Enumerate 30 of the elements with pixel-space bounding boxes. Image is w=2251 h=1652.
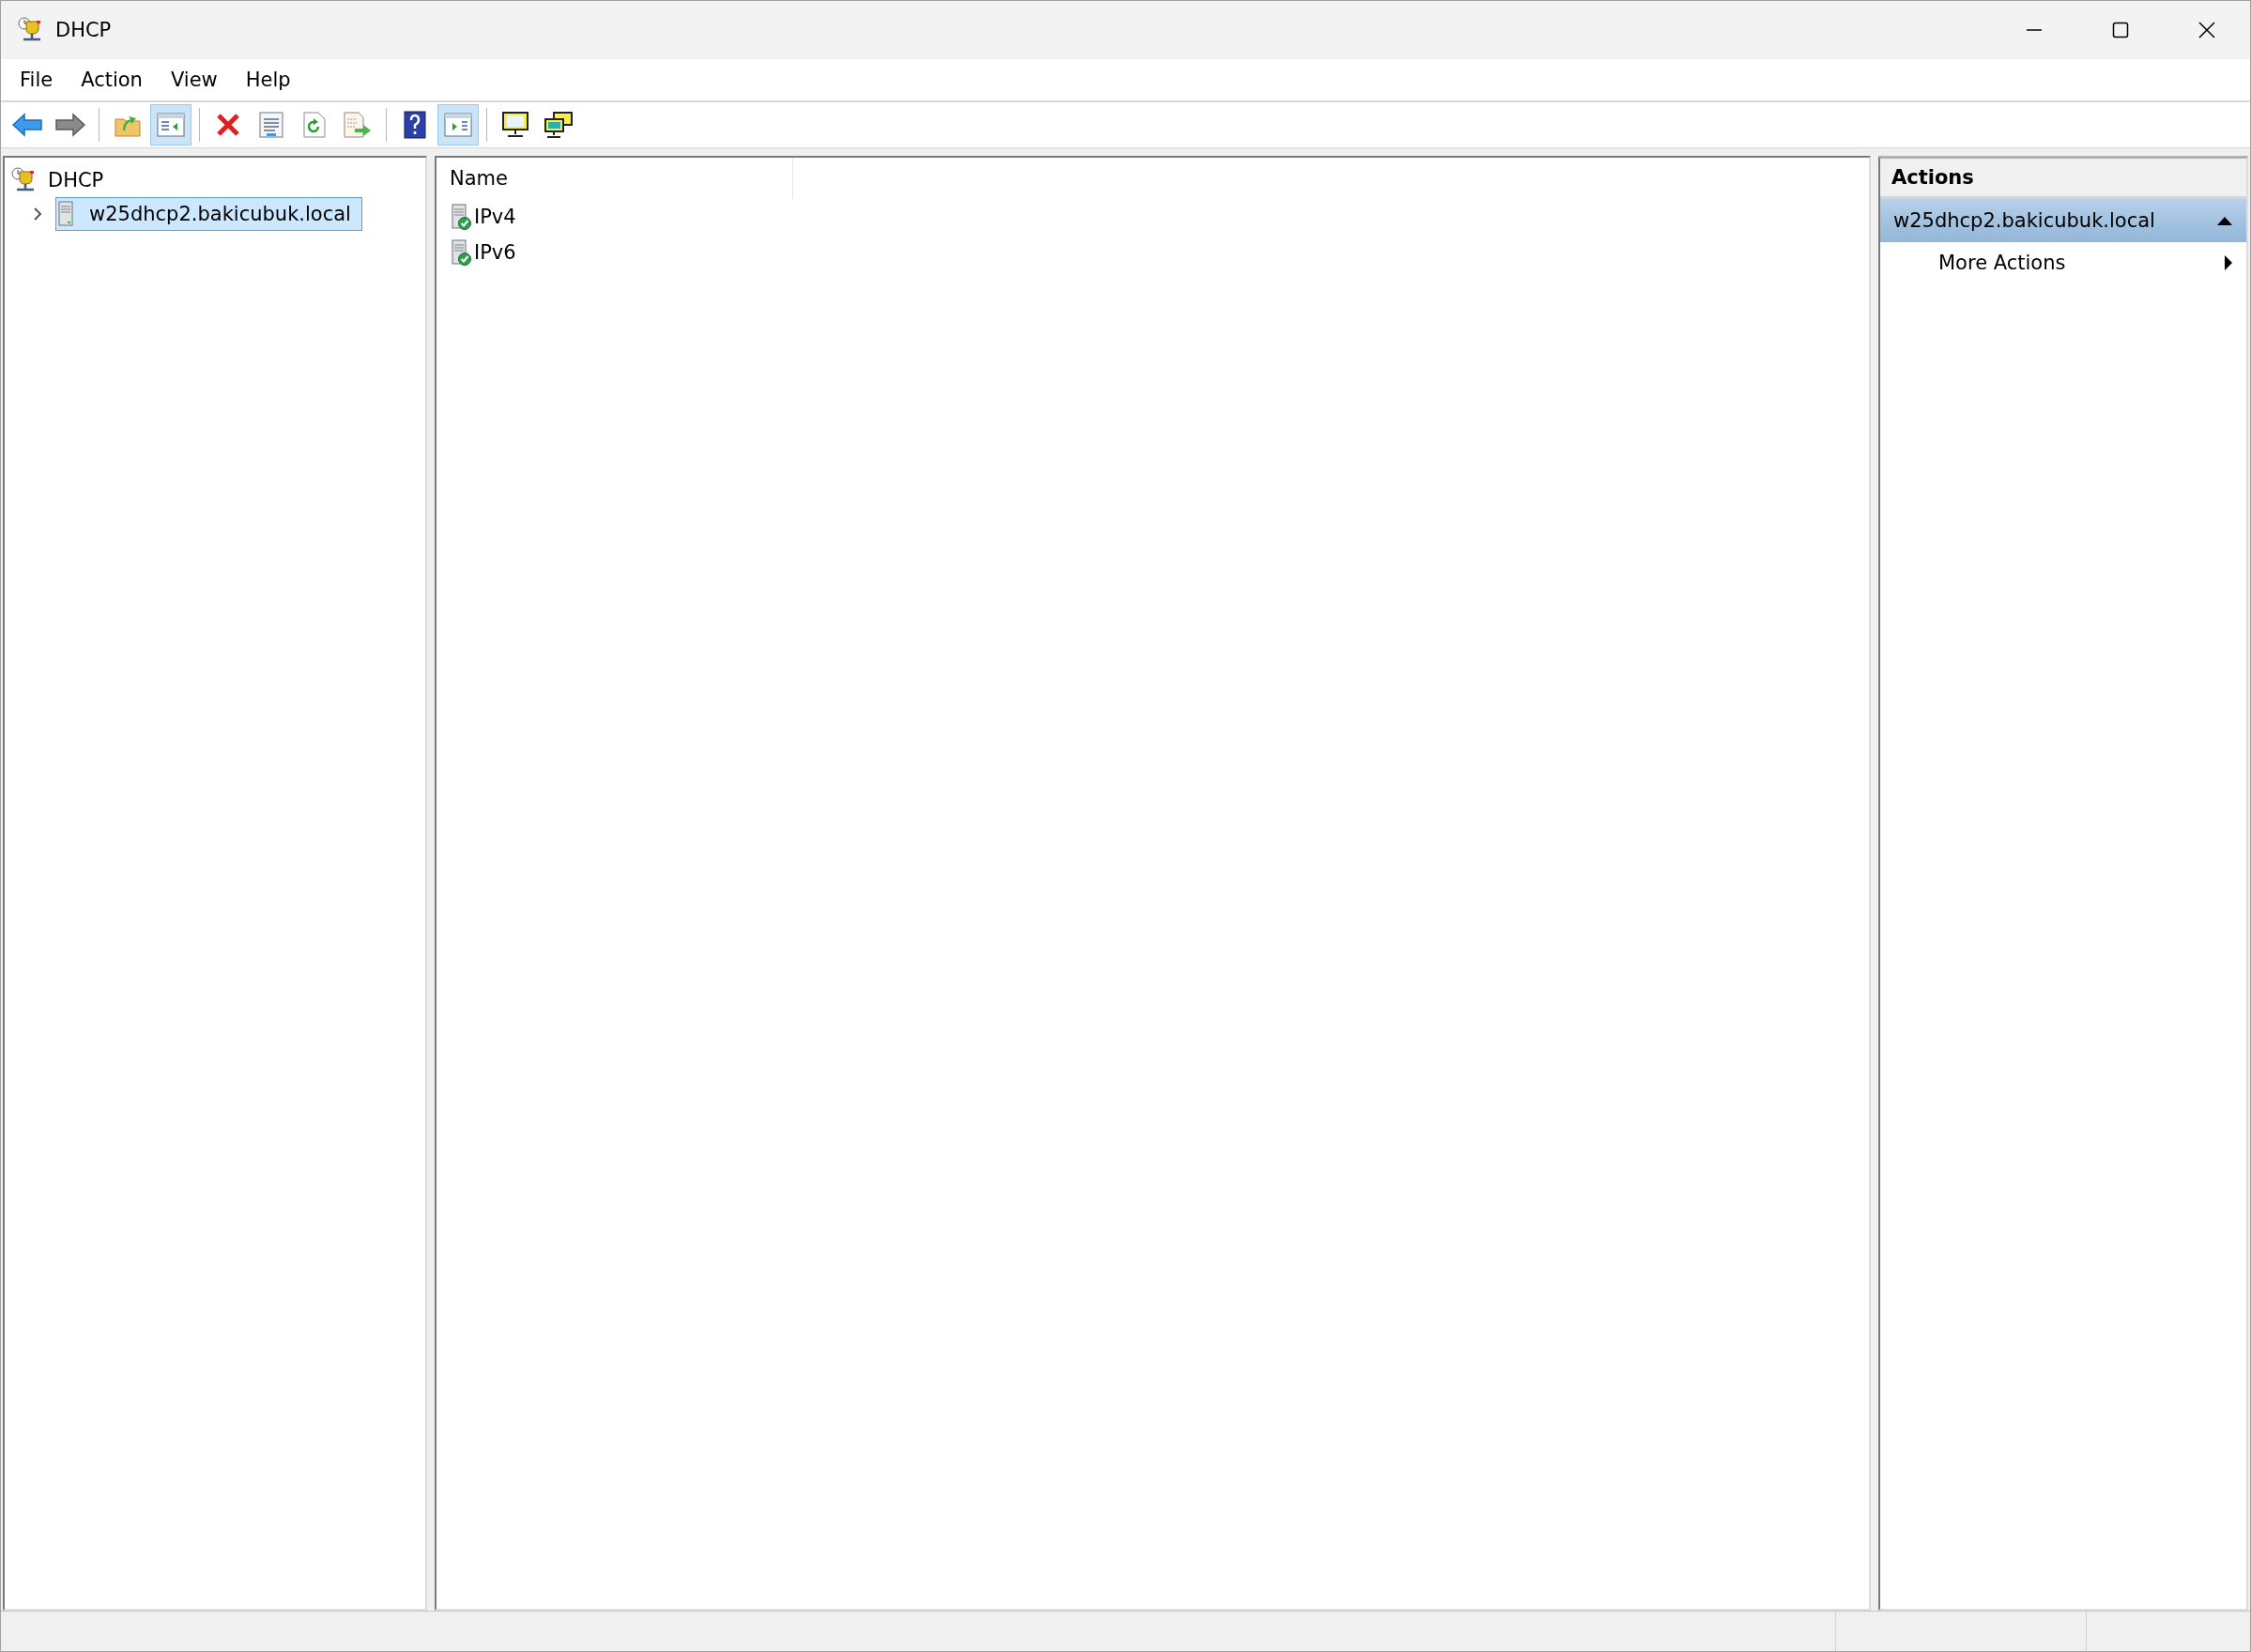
- forward-arrow-icon: [54, 112, 86, 138]
- menu-item[interactable]: View: [159, 65, 229, 95]
- window-title: DHCP: [55, 19, 113, 41]
- maximize-icon: [2112, 22, 2129, 38]
- column-header[interactable]: Name: [436, 158, 793, 199]
- console-tree-icon: [157, 113, 185, 137]
- monitors-icon: [544, 111, 574, 139]
- tree-item[interactable]: w25dhcp2.bakicubuk.local: [55, 197, 362, 231]
- action-section-header[interactable]: w25dhcp2.bakicubuk.local: [1880, 199, 2246, 242]
- collapse-triangle-icon: [2216, 215, 2233, 226]
- properties-icon: [259, 112, 283, 138]
- server-check-icon: [450, 204, 472, 230]
- menu-item[interactable]: Help: [234, 65, 302, 95]
- action-pane-icon: [444, 113, 472, 137]
- menu-item[interactable]: Action: [69, 65, 154, 95]
- minimize-icon: [2026, 29, 2043, 31]
- delete-x-icon: [215, 112, 241, 138]
- close-icon: [2198, 22, 2215, 38]
- actions-header: Actions: [1880, 159, 2246, 199]
- export-list-icon: [344, 112, 372, 138]
- help-book-icon: [404, 111, 426, 139]
- menu-item[interactable]: File: [8, 65, 65, 95]
- monitor-icon: [501, 111, 529, 139]
- tree-item[interactable]: DHCP: [8, 163, 115, 197]
- back-arrow-icon: [11, 112, 43, 138]
- list-item[interactable]: IPv6: [474, 241, 516, 264]
- refresh-icon: [303, 112, 326, 138]
- server-check-icon: [450, 239, 472, 266]
- list-item[interactable]: IPv4: [474, 206, 516, 228]
- submenu-arrow-icon: [2224, 254, 2233, 271]
